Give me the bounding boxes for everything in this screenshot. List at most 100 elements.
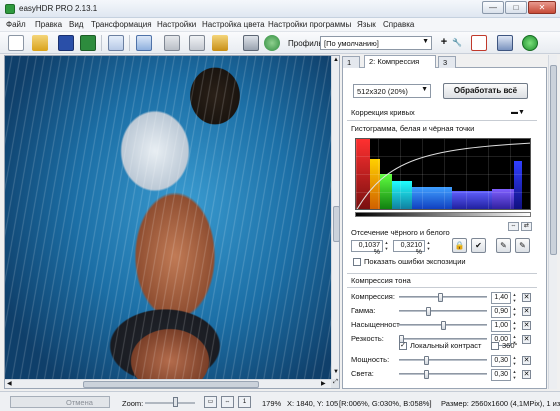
open-folder-icon[interactable]: [32, 35, 48, 51]
reset-icon[interactable]: ✕: [522, 293, 531, 302]
run-icon[interactable]: [243, 35, 259, 51]
batch-icon[interactable]: [189, 35, 205, 51]
tools-icon[interactable]: [264, 35, 280, 51]
export-icon[interactable]: [212, 35, 228, 51]
tab-tone-compression[interactable]: 2: Компрессия тона: [364, 55, 436, 75]
clip-black-stepper[interactable]: ▲ ▼: [383, 240, 390, 252]
menu-language[interactable]: Язык: [357, 20, 376, 29]
zoom-slider-thumb[interactable]: [173, 397, 178, 407]
collapse-view-icon[interactable]: ⇄: [521, 222, 532, 231]
scroll-left-icon[interactable]: ◀: [7, 380, 12, 387]
menu-edit[interactable]: Правка: [35, 20, 62, 29]
slider-stepper[interactable]: ▲ ▼: [511, 292, 518, 304]
tone-curve[interactable]: [356, 139, 531, 210]
slider-track[interactable]: [399, 310, 487, 312]
eyedropper-black-icon[interactable]: ✎: [496, 238, 511, 253]
forward-icon[interactable]: [164, 35, 180, 51]
maximize-button[interactable]: □: [505, 1, 527, 14]
menu-transform[interactable]: Трансформация: [91, 20, 152, 29]
reset-icon[interactable]: ✕: [522, 321, 531, 330]
slider-track[interactable]: [399, 359, 487, 361]
save-as-icon[interactable]: [80, 35, 96, 51]
slider-value-field[interactable]: 1,00: [491, 320, 511, 332]
slider-track[interactable]: [399, 338, 487, 340]
slider-stepper[interactable]: ▲ ▼: [511, 369, 518, 381]
fit-window-icon[interactable]: ▭: [204, 396, 217, 408]
cancel-button[interactable]: Отмена: [66, 398, 93, 407]
scroll-thumb[interactable]: [550, 65, 557, 255]
slider-label: Насыщенност: [351, 320, 400, 329]
menu-program[interactable]: Настройки программы: [268, 20, 351, 29]
compression-header: Компрессия тона: [351, 276, 411, 285]
black-white-gradient[interactable]: [355, 212, 531, 217]
scroll-down-icon[interactable]: ▼: [333, 369, 339, 375]
collapse-icon[interactable]: ▬▼: [511, 109, 525, 116]
copy-icon[interactable]: [108, 35, 124, 51]
menu-settings[interactable]: Настройки: [157, 20, 196, 29]
scroll-thumb[interactable]: [333, 206, 339, 242]
vertical-scrollbar[interactable]: ▲ ▼: [331, 56, 339, 379]
zoom-slider[interactable]: [145, 402, 195, 404]
slider-track[interactable]: [399, 296, 487, 298]
checkmark-icon[interactable]: ✔: [471, 238, 486, 253]
slider-value-field[interactable]: 1,40: [491, 292, 511, 304]
slider-value-field[interactable]: 0,30: [491, 355, 511, 367]
menu-view[interactable]: Вид: [69, 20, 83, 29]
reset-icon[interactable]: ✕: [522, 335, 531, 344]
go-icon[interactable]: [522, 35, 538, 51]
clip-white-field[interactable]: 0,3210 %: [393, 240, 425, 256]
slider-thumb[interactable]: [426, 307, 431, 316]
local-contrast-checkbox[interactable]: ✓: [399, 342, 407, 350]
lock-icon[interactable]: 🔒: [452, 238, 467, 253]
menu-file[interactable]: Файл: [6, 20, 26, 29]
menu-help[interactable]: Справка: [383, 20, 414, 29]
preview-size-select[interactable]: 512x320 (20%) ▼: [353, 84, 431, 98]
eyedropper-white-icon[interactable]: ✎: [515, 238, 530, 253]
back-icon[interactable]: [136, 35, 152, 51]
fit-width-icon[interactable]: ⇔: [221, 396, 234, 408]
slider-thumb[interactable]: [438, 293, 443, 302]
slider-thumb[interactable]: [424, 356, 429, 365]
process-all-button[interactable]: Обработать всё: [443, 83, 528, 99]
slider-value-field[interactable]: 0,90: [491, 306, 511, 318]
tab-3[interactable]: 3: [438, 56, 456, 68]
actual-size-icon[interactable]: 1: [238, 396, 251, 408]
show-errors-checkbox[interactable]: [353, 258, 361, 266]
menu-color[interactable]: Настройка цвета: [202, 20, 265, 29]
slider-stepper[interactable]: ▲ ▼: [511, 306, 518, 318]
clip-white-stepper[interactable]: ▲ ▼: [425, 240, 432, 252]
scroll-thumb[interactable]: [83, 381, 259, 388]
tab-1[interactable]: 1: [342, 56, 360, 68]
wrench-icon[interactable]: 🔧: [449, 35, 465, 51]
checklist-icon[interactable]: [471, 35, 487, 51]
histogram[interactable]: [355, 138, 531, 210]
deg360-checkbox[interactable]: [491, 342, 499, 350]
curves-section-header[interactable]: Коррекция кривых ▬▼: [343, 108, 539, 119]
reset-icon[interactable]: ✕: [522, 307, 531, 316]
slider-value-field[interactable]: 0,30: [491, 369, 511, 381]
image-viewer[interactable]: ▲ ▼ ◀ ▶ ⤢: [4, 55, 340, 389]
profile-select[interactable]: [По умолчанию] ▼: [320, 36, 432, 50]
preview-image[interactable]: [5, 56, 331, 379]
reset-icon[interactable]: ✕: [522, 370, 531, 379]
reset-icon[interactable]: ✕: [522, 356, 531, 365]
save-icon[interactable]: [58, 35, 74, 51]
chevron-down-icon: ▼: [422, 38, 429, 45]
slider-thumb[interactable]: [424, 370, 429, 379]
settings-scrollbar[interactable]: [548, 55, 557, 389]
slider-track[interactable]: [399, 373, 487, 375]
horizontal-scrollbar[interactable]: ◀ ▶: [5, 379, 331, 388]
close-button[interactable]: ✕: [528, 1, 556, 14]
box-icon[interactable]: [497, 35, 513, 51]
scroll-right-icon[interactable]: ▶: [321, 380, 326, 387]
clip-black-field[interactable]: 0,1037 %: [351, 240, 383, 256]
minimize-button[interactable]: —: [482, 1, 504, 14]
scroll-up-icon[interactable]: ▲: [333, 57, 339, 63]
slider-thumb[interactable]: [441, 321, 446, 330]
new-file-icon[interactable]: [8, 35, 24, 51]
expand-icon[interactable]: ⇔: [508, 222, 519, 231]
fit-corner-icon[interactable]: ⤢: [331, 379, 339, 388]
slider-stepper[interactable]: ▲ ▼: [511, 355, 518, 367]
slider-stepper[interactable]: ▲ ▼: [511, 320, 518, 332]
toolbar-separator: [129, 35, 130, 51]
